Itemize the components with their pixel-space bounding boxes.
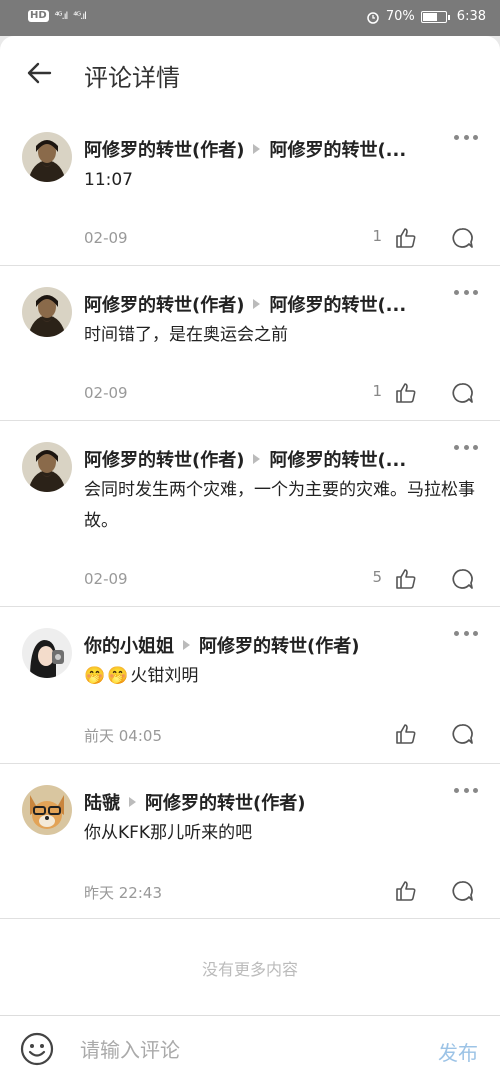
comment-body: 11:07 (84, 170, 133, 190)
comment-date: 昨天 22:43 (84, 884, 162, 902)
author-name[interactable]: 阿修罗的转世(作者) (84, 291, 244, 317)
thumbs-up-icon[interactable] (394, 879, 418, 903)
comment-item[interactable]: 阿修罗的转世(作者) 阿修罗的转世(... 时间错了，是在奥运会之前 02-09 1 (0, 265, 500, 421)
comment-text: 时间错了，是在奥运会之前 (84, 320, 479, 351)
battery-percent: 70% (385, 9, 415, 24)
avatar[interactable] (22, 628, 72, 678)
signal-1-icon: ⁴ᴳ.ıl (54, 10, 69, 22)
reply-bubble-icon[interactable] (450, 722, 474, 746)
comment-text: 🤭 🤭 火钳刘明 (84, 661, 479, 692)
comment-item[interactable]: 阿修罗的转世(作者) 阿修罗的转世(... 11:07 02-09 1 (0, 110, 500, 266)
hd-badge: HD (28, 10, 49, 22)
thumbs-up-icon[interactable] (394, 226, 418, 250)
reply-to-name[interactable]: 阿修罗的转世(作者) (199, 632, 359, 658)
comment-names: 阿修罗的转世(作者) 阿修罗的转世(... (84, 136, 406, 162)
like-count: 5 (372, 568, 382, 586)
reply-bubble-icon[interactable] (450, 226, 474, 250)
comment-text: 11:07 (84, 165, 479, 196)
comment-detail-sheet: 评论详情 阿修罗的转世(作者) 阿修罗的转世(... 11:07 02-09 1 阿修罗的… (0, 36, 500, 1083)
author-name[interactable]: 你的小姐姐 (84, 632, 174, 658)
author-name[interactable]: 陆虢 (84, 789, 120, 815)
reply-to-name[interactable]: 阿修罗的转世(作者) (145, 789, 305, 815)
arrow-left-icon[interactable] (22, 56, 56, 90)
more-icon[interactable] (454, 442, 478, 452)
reply-bubble-icon[interactable] (450, 879, 474, 903)
like-count: 1 (372, 382, 382, 400)
no-more-content: 没有更多内容 (201, 960, 298, 979)
battery-icon (420, 10, 450, 23)
reply-arrow-icon (253, 454, 261, 464)
header: 评论详情 (0, 36, 500, 110)
thumbs-up-icon[interactable] (394, 567, 418, 591)
comment-names: 你的小姐姐 阿修罗的转世(作者) (84, 632, 359, 658)
smiley-icon[interactable] (20, 1032, 54, 1066)
comment-names: 阿修罗的转世(作者) 阿修罗的转世(... (84, 291, 406, 317)
more-icon[interactable] (454, 628, 478, 638)
like-count: 1 (372, 227, 382, 245)
more-icon[interactable] (454, 785, 478, 795)
comment-input[interactable] (78, 1034, 402, 1066)
comment-body: 会同时发生两个灾难，一个为主要的灾难。马拉松事故。 (84, 480, 475, 531)
clock: 6:38 (456, 9, 486, 24)
comment-date: 02-09 (84, 384, 128, 402)
reply-bubble-icon[interactable] (450, 381, 474, 405)
reply-to-name[interactable]: 阿修罗的转世(... (269, 446, 406, 472)
reply-to-name[interactable]: 阿修罗的转世(... (269, 291, 406, 317)
reply-to-name[interactable]: 阿修罗的转世(... (269, 136, 406, 162)
avatar[interactable] (22, 785, 72, 835)
comment-body: 时间错了，是在奥运会之前 (84, 325, 288, 345)
reply-arrow-icon (183, 640, 190, 650)
avatar[interactable] (22, 442, 72, 492)
author-name[interactable]: 阿修罗的转世(作者) (84, 446, 244, 472)
more-icon[interactable] (454, 132, 478, 142)
comment-body: 你从KFK那儿听来的吧 (84, 823, 253, 843)
comment-item[interactable]: 陆虢 阿修罗的转世(作者) 你从KFK那儿听来的吧 昨天 22:43 (0, 763, 500, 919)
alarm-icon (367, 11, 379, 24)
emoji: 🤭 (107, 666, 129, 686)
signal-2-icon: ⁴ᴳ.ıl (73, 10, 87, 22)
page-title: 评论详情 (84, 64, 180, 92)
comment-body: 火钳刘明 (130, 666, 199, 686)
comment-date: 02-09 (84, 229, 128, 247)
avatar[interactable] (22, 287, 72, 337)
comment-text: 你从KFK那儿听来的吧 (84, 818, 479, 849)
reply-arrow-icon (253, 299, 261, 309)
avatar[interactable] (22, 132, 72, 182)
comment-item[interactable]: 你的小姐姐 阿修罗的转世(作者) 🤭 🤭 火钳刘明 前天 04:05 (0, 606, 500, 764)
author-name[interactable]: 阿修罗的转世(作者) (84, 136, 244, 162)
reply-arrow-icon (253, 144, 261, 154)
thumbs-up-icon[interactable] (394, 722, 418, 746)
comment-text: 会同时发生两个灾难，一个为主要的灾难。马拉松事故。 (84, 475, 479, 537)
reply-arrow-icon (129, 797, 136, 807)
comment-names: 陆虢 阿修罗的转世(作者) (84, 789, 305, 815)
comment-item[interactable]: 阿修罗的转世(作者) 阿修罗的转世(... 会同时发生两个灾难，一个为主要的灾难。马… (0, 420, 500, 607)
status-bar: HD ⁴ᴳ.ıl ⁴ᴳ.ıl 70% 6:38 (0, 0, 500, 36)
comment-names: 阿修罗的转世(作者) 阿修罗的转世(... (84, 446, 406, 472)
emoji: 🤭 (84, 666, 106, 686)
thumbs-up-icon[interactable] (394, 381, 418, 405)
more-icon[interactable] (454, 287, 478, 297)
comment-date: 前天 04:05 (84, 727, 162, 745)
reply-bubble-icon[interactable] (450, 567, 474, 591)
comment-input-bar: 发布 (0, 1015, 500, 1083)
comment-date: 02-09 (84, 570, 128, 588)
send-button[interactable]: 发布 (438, 1037, 478, 1066)
